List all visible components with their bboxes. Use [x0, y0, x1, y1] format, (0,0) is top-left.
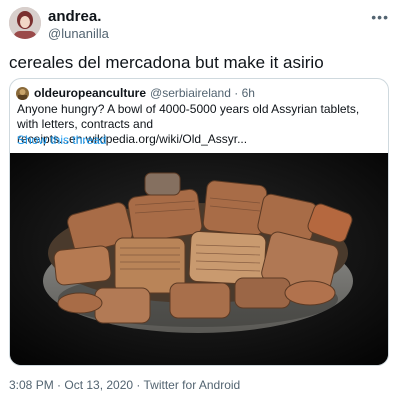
user-handle[interactable]: @lunanilla — [48, 26, 109, 41]
tweet-timestamp[interactable]: 3:08 PM · Oct 13, 2020 · Twitter for And… — [9, 378, 240, 392]
quoted-display-name: oldeuropeanculture — [34, 86, 147, 100]
tweet-header: andrea. @lunanilla ••• — [9, 7, 391, 43]
quoted-media-image[interactable] — [10, 153, 388, 365]
show-thread-link[interactable]: Show this thread — [17, 133, 106, 147]
quoted-tweet[interactable]: oldeuropeanculture @serbiaireland · 6h A… — [9, 78, 389, 366]
quoted-handle-time: @serbiaireland · 6h — [150, 86, 255, 100]
quoted-avatar — [16, 86, 29, 100]
bowl-of-tablets-image — [10, 153, 388, 365]
more-options-icon[interactable]: ••• — [371, 9, 389, 25]
display-name[interactable]: andrea. — [48, 9, 109, 25]
tweet-text: cereales del mercadona but make it asiri… — [9, 53, 324, 72]
avatar[interactable] — [9, 7, 41, 39]
